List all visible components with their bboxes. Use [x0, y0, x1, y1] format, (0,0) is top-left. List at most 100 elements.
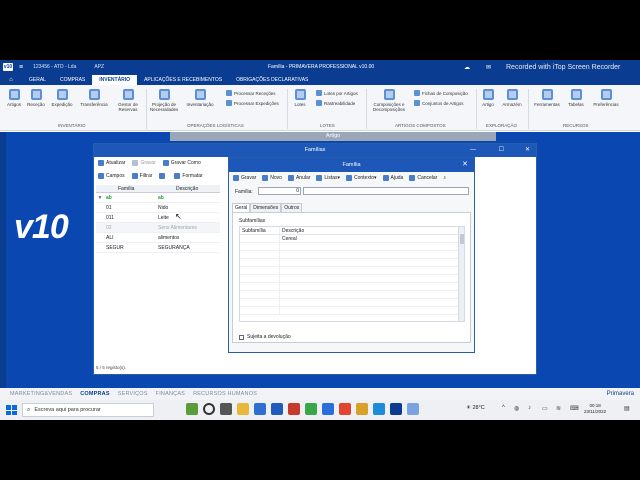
close-icon[interactable]: ✕: [525, 144, 530, 157]
language-icon[interactable]: ⌨: [570, 405, 579, 412]
table-row[interactable]: 01 Nido: [96, 203, 220, 213]
familia-description-input[interactable]: [303, 187, 469, 195]
formatar-button[interactable]: Formatar: [172, 172, 204, 180]
teams-icon[interactable]: [322, 403, 334, 415]
table-row[interactable]: 011 Leite: [96, 213, 220, 223]
ribbon-armazem-button[interactable]: Armazém: [498, 89, 526, 107]
module-financas[interactable]: FINANÇAS: [152, 391, 189, 397]
ribbon-processar-rececoes[interactable]: Processar Receções: [226, 90, 276, 96]
wifi-icon[interactable]: ≋: [556, 405, 561, 412]
ribbon-gestor-reservas-button[interactable]: Gestor de Reservas: [114, 89, 142, 112]
tab-geral[interactable]: GERAL: [22, 75, 53, 85]
ribbon-processar-expedicoes[interactable]: Processar Expedições: [226, 100, 279, 106]
gravar-como-button[interactable]: Gravar Como: [161, 159, 203, 167]
table-row[interactable]: ALI alimentos: [96, 233, 220, 243]
col-subfamilia-header[interactable]: Subfamília: [240, 227, 280, 234]
home-icon[interactable]: ⌂: [0, 75, 22, 85]
task-view-icon[interactable]: [220, 403, 232, 415]
taskbar-clock[interactable]: 00:18 23/11/2022: [584, 403, 606, 415]
gravar-button[interactable]: Gravar: [130, 159, 157, 167]
minimize-icon[interactable]: —: [470, 144, 476, 157]
archive-app-icon[interactable]: [356, 403, 368, 415]
maximize-icon[interactable]: ☐: [499, 144, 504, 157]
tab-aplicacoes[interactable]: APLICAÇÕES E RECEBIMENTOS: [137, 75, 229, 85]
ribbon-projecao-button[interactable]: Projeção de Necessidades: [150, 89, 178, 112]
ribbon-fichas-composicao[interactable]: Fichas de Composição: [414, 90, 468, 96]
ribbon-transferencia-button[interactable]: Transferência: [80, 89, 108, 107]
edge-icon[interactable]: [305, 403, 317, 415]
browser-icon[interactable]: [373, 403, 385, 415]
store-icon[interactable]: [271, 403, 283, 415]
contexto-button[interactable]: Contexto ▾: [344, 174, 379, 182]
cortana-icon[interactable]: [203, 403, 215, 415]
gravar-button[interactable]: Gravar: [231, 174, 258, 182]
table-row[interactable]: [240, 243, 464, 251]
ribbon-ferramentas-button[interactable]: Ferramentas: [531, 89, 563, 107]
ribbon-rastreabilidade[interactable]: Rastreabilidade: [316, 100, 355, 106]
company-selector[interactable]: 123456 - ATD - Lda: [33, 64, 76, 70]
table-row[interactable]: 02 Sens Alimentares: [96, 223, 220, 233]
tab-compras[interactable]: COMPRAS: [53, 75, 92, 85]
table-row[interactable]: [240, 307, 464, 315]
table-row[interactable]: [240, 283, 464, 291]
landscape-widget-icon[interactable]: [186, 403, 198, 415]
ribbon-lotes-button[interactable]: Lotes: [286, 89, 314, 107]
module-compras[interactable]: COMPRAS: [76, 391, 114, 397]
mail-icon[interactable]: [254, 403, 266, 415]
filter-row[interactable]: ▼ ab ab: [96, 193, 220, 203]
volume-icon[interactable]: ♪: [528, 405, 531, 411]
find-button[interactable]: ⌕: [441, 174, 448, 182]
tab-inventario[interactable]: INVENTÁRIO: [92, 75, 138, 85]
artigo-window-strip[interactable]: Artigo: [170, 132, 496, 141]
tab-geral[interactable]: Geral: [232, 203, 251, 212]
network-icon[interactable]: ◍: [514, 405, 519, 412]
table-row[interactable]: [240, 259, 464, 267]
atualizar-button[interactable]: Atualizar: [96, 159, 127, 167]
tab-dimensoes[interactable]: Dimensões: [250, 203, 282, 212]
table-row[interactable]: SEGUR SEGURANÇA: [96, 243, 220, 253]
filtrar-button[interactable]: Filtrar: [130, 172, 155, 180]
taskbar-search-box[interactable]: ⌕ Escreva aqui para procurar: [22, 403, 154, 417]
module-servicos[interactable]: SERVIÇOS: [114, 391, 152, 397]
ribbon-preferencias-button[interactable]: Preferências: [590, 89, 622, 107]
filter-descricao-icon[interactable]: ab: [156, 195, 218, 201]
hamburger-menu-icon[interactable]: ≡: [19, 64, 23, 71]
col-descricao-header[interactable]: Descrição: [280, 227, 304, 234]
tab-outros[interactable]: Outros: [281, 203, 303, 212]
table-row[interactable]: [240, 267, 464, 275]
ribbon-conjuntos-artigos[interactable]: Conjuntos de Artigos: [414, 100, 464, 106]
module-marketing-vendas[interactable]: MARKETING&VENDAS: [6, 391, 76, 397]
ribbon-lotes-por-artigos[interactable]: Lotes por Artigos: [316, 90, 358, 96]
anular-button[interactable]: Anular: [286, 174, 312, 182]
sujeita-devolucao-option[interactable]: Sujeita a devolução: [239, 334, 291, 340]
tray-overflow-icon[interactable]: ^: [502, 405, 505, 411]
ribbon-rececao-button[interactable]: Receção: [22, 89, 50, 107]
ribbon-composicoes-button[interactable]: Composições e Decomposições: [372, 89, 406, 112]
recorder-app-icon[interactable]: [288, 403, 300, 415]
search-button[interactable]: [157, 172, 169, 180]
ribbon-tabelas-button[interactable]: Tabelas: [562, 89, 590, 107]
windows-start-icon[interactable]: [4, 403, 18, 417]
cloud-icon[interactable]: ☁: [464, 64, 470, 71]
sujeita-devolucao-checkbox[interactable]: [239, 334, 244, 340]
table-row[interactable]: [240, 291, 464, 299]
cloud-app-icon[interactable]: [407, 403, 419, 415]
battery-icon[interactable]: ▭: [542, 405, 548, 412]
cancelar-button[interactable]: Cancelar: [407, 174, 439, 182]
filter-familia-icon[interactable]: ab: [104, 195, 156, 201]
ribbon-inventariacao-button[interactable]: Inventariação: [186, 89, 214, 107]
subfamilias-scrollbar[interactable]: [458, 227, 464, 321]
table-row[interactable]: [240, 275, 464, 283]
chrome-icon[interactable]: [339, 403, 351, 415]
file-explorer-icon[interactable]: [237, 403, 249, 415]
table-row[interactable]: [240, 251, 464, 259]
ribbon-expedicao-button[interactable]: Expedição: [48, 89, 76, 107]
module-recursos-humanos[interactable]: RECURSOS HUMANOS: [189, 391, 261, 397]
notification-center-icon[interactable]: ▤: [624, 405, 630, 412]
tab-obrigacoes[interactable]: OBRIGAÇÕES DECLARATIVAS: [229, 75, 315, 85]
table-row[interactable]: [240, 299, 464, 307]
col-descricao-header[interactable]: Descrição: [156, 185, 218, 192]
primavera-v10-icon[interactable]: [390, 403, 402, 415]
notifications-icon[interactable]: ✉: [486, 64, 491, 71]
table-row[interactable]: Cereal: [240, 235, 464, 243]
